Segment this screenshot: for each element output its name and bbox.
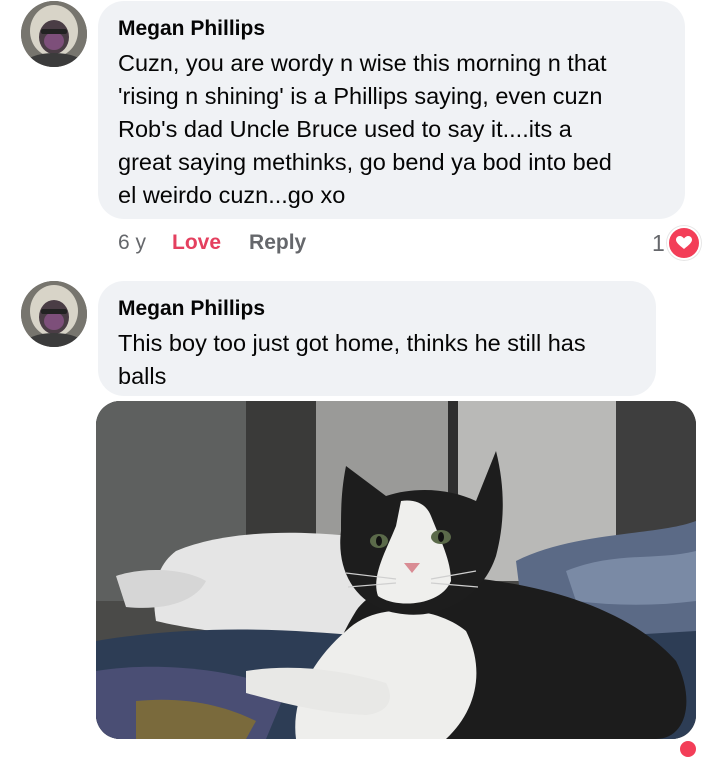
cat-photo[interactable] <box>96 401 696 739</box>
comment-line: great saying methinks, go bend ya bod in… <box>118 149 612 175</box>
author-avatar[interactable] <box>21 281 87 347</box>
reaction-count: 1 <box>652 229 665 256</box>
comment-timestamp[interactable]: 6 y <box>118 231 146 254</box>
comment-line: Cuzn, you are wordy n wise this morning … <box>118 50 607 76</box>
reaction-heart-peek <box>680 741 696 757</box>
reply-button[interactable]: Reply <box>249 231 306 254</box>
comment-line: el weirdo cuzn...go xo <box>118 182 346 208</box>
author-avatar[interactable] <box>21 1 87 67</box>
comment-line: This boy too just got home, thinks he st… <box>118 330 586 356</box>
comment-actions: 6 y Love Reply <box>118 230 306 256</box>
comment-line: Rob's dad Uncle Bruce used to say it....… <box>118 116 572 142</box>
comment-bubble: Megan Phillips Cuzn, you are wordy n wis… <box>98 1 685 219</box>
comment-author[interactable]: Megan Phillips <box>118 295 636 323</box>
love-button[interactable]: Love <box>172 231 221 254</box>
reaction-summary[interactable]: 1 <box>652 226 701 260</box>
comment-line: balls <box>118 363 167 389</box>
comment-text: Cuzn, you are wordy n wise this morning … <box>118 47 665 212</box>
comment-text: This boy too just got home, thinks he st… <box>118 327 636 393</box>
comment-author[interactable]: Megan Phillips <box>118 15 665 43</box>
comment-bubble: Megan Phillips This boy too just got hom… <box>98 281 656 396</box>
heart-icon <box>666 226 701 260</box>
comment-line: 'rising n shining' is a Phillips saying,… <box>118 83 603 109</box>
